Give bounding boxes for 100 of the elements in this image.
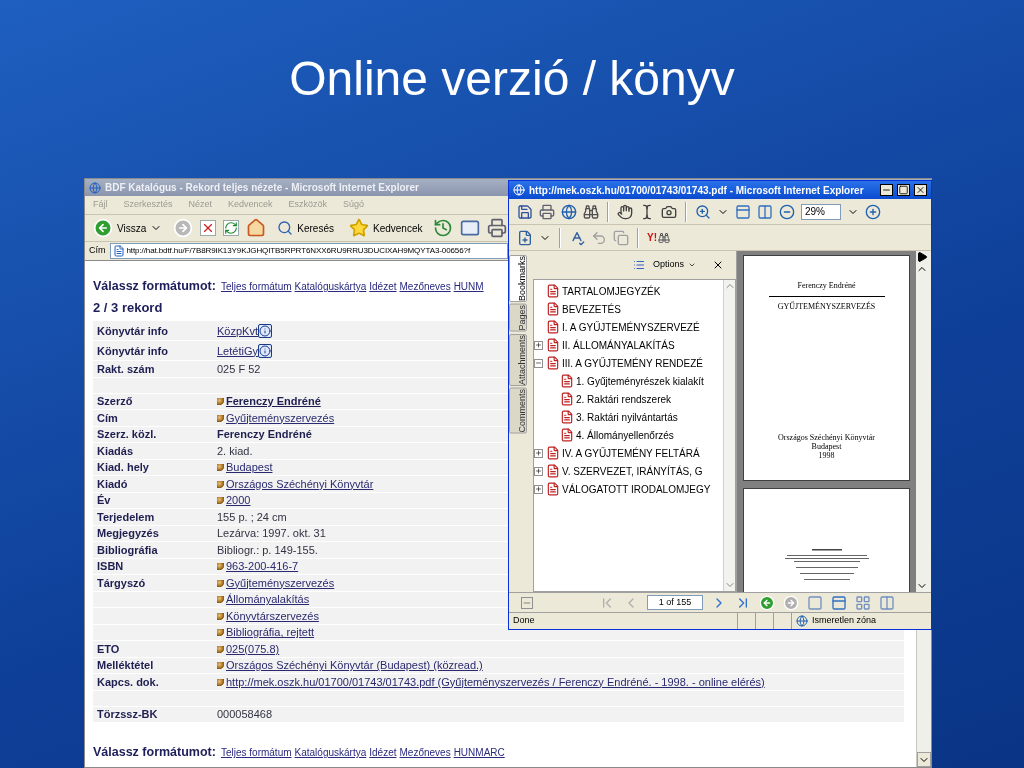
fit-page-icon[interactable] [735, 203, 751, 220]
info-icon[interactable] [257, 343, 272, 358]
page-imprint: Budapest [811, 442, 842, 451]
binoculars-icon[interactable] [583, 203, 599, 220]
bookmark-item[interactable]: I. A GYŰJTEMÉNYSZERVEZÉ [562, 319, 700, 335]
address-label: Cím [89, 244, 106, 258]
field-link[interactable]: KözpKvt [217, 322, 258, 339]
bookmark-item[interactable]: II. ÁLLOMÁNYALAKÍTÁS [562, 337, 675, 353]
expander-icon[interactable] [534, 466, 543, 476]
bookmark-item[interactable]: TARTALOMJEGYZÉK [562, 283, 661, 299]
printer-icon[interactable] [487, 218, 508, 238]
scroll-down-button[interactable] [917, 752, 931, 767]
copy-icon[interactable] [613, 229, 629, 246]
slide-title: Online verzió / könyv [289, 51, 735, 107]
undo-icon[interactable] [591, 229, 607, 246]
search-button[interactable]: Keresés [273, 220, 338, 236]
field-label: Könyvtár info [97, 344, 168, 357]
format-link[interactable]: Teljes formátum [220, 745, 292, 761]
pdf-bookmark-icon [546, 356, 560, 370]
fit-width-icon[interactable] [757, 203, 773, 220]
play-icon[interactable] [916, 251, 928, 263]
options-icon[interactable] [632, 259, 645, 271]
back-button[interactable]: Vissza [89, 218, 167, 238]
search-icon [277, 220, 294, 236]
zoom-field[interactable]: 29% [801, 203, 841, 220]
maximize-icon[interactable] [897, 184, 910, 196]
expander-icon[interactable] [534, 358, 543, 368]
pdf-bookmark-icon [546, 284, 560, 298]
printer-icon[interactable] [539, 203, 555, 220]
zoom-in-icon[interactable] [695, 203, 711, 220]
address-field[interactable]: http://hat.bdtf.hu/F/7B8R9IK13Y9KJGHQITB5RPRT6NXX6RU9RRU3DUCIXAH9MQYTA3-00656?f [109, 243, 508, 259]
format-link[interactable]: Katalóguskártya [294, 745, 367, 761]
field-link[interactable]: Állományalakítás [217, 591, 310, 608]
globe-icon[interactable] [561, 203, 577, 220]
field-label: Kiad. hely [97, 461, 149, 474]
status-text: Done [512, 614, 536, 628]
info-icon[interactable] [257, 323, 272, 338]
field-label: Év [97, 494, 111, 507]
page-author: Ferenczy Endréné [797, 280, 856, 292]
minimize-icon[interactable] [880, 184, 893, 196]
side-tab[interactable]: Attachments [509, 333, 527, 386]
spellcheck-icon[interactable] [569, 229, 585, 246]
bookmark-item[interactable]: 4. Állományellenőrzés [576, 427, 674, 443]
bookmark-item[interactable]: VÁLOGATOTT IRODALOMJEGY [562, 481, 711, 497]
zone-text: Ismeretlen zóna [812, 614, 877, 628]
refresh-icon[interactable] [223, 220, 240, 236]
hand-icon[interactable] [617, 203, 633, 220]
field-value: 025 F 52 [217, 361, 261, 377]
new-page-icon[interactable] [517, 229, 533, 246]
yahoo-button[interactable]: Y! [647, 230, 670, 245]
pdf-bookmark-icon [560, 392, 574, 406]
expander-icon[interactable] [534, 484, 543, 494]
binoculars-icon [658, 231, 670, 244]
bookmark-item[interactable]: BEVEZETÉS [562, 301, 621, 317]
scrollbar[interactable] [916, 251, 931, 592]
format-link[interactable]: Idézet [369, 745, 397, 761]
close-icon[interactable] [712, 259, 724, 271]
close-icon[interactable] [914, 184, 927, 196]
history-icon[interactable] [433, 218, 454, 238]
save-icon[interactable] [517, 203, 533, 220]
bookmark-item[interactable]: III. A GYŰJTEMÉNY RENDEZÉ [562, 355, 703, 371]
facing-pages-icon[interactable] [855, 594, 871, 611]
field-value: 000058468 [217, 707, 273, 723]
format-link[interactable]: Teljes formátum [220, 279, 292, 294]
bookmark-item[interactable]: 3. Raktári nyilvántartás [576, 409, 678, 425]
format-link[interactable]: HUNMARC [453, 745, 505, 761]
side-tab[interactable]: Pages [509, 304, 527, 332]
options-button[interactable]: Options [652, 258, 696, 272]
favorites-button[interactable]: Kedvencek [344, 218, 427, 238]
field-value: 155 p. ; 24 cm [217, 509, 287, 525]
camera-icon[interactable] [661, 203, 677, 220]
format-link[interactable]: Mezőneves [399, 279, 451, 294]
expander-icon[interactable] [534, 448, 543, 458]
zoom-in-icon[interactable] [865, 203, 881, 220]
bookmark-item[interactable]: IV. A GYŰJTEMÉNY FELTÁRÁ [562, 445, 700, 461]
side-tab[interactable]: Comments [509, 387, 527, 434]
format-link[interactable]: Mezőneves [399, 745, 451, 761]
continuous-facing-icon[interactable] [879, 594, 895, 611]
format-label: Válassz formátumot: [93, 278, 216, 295]
home-icon[interactable] [246, 218, 267, 238]
format-link[interactable]: Katalóguskártya [294, 279, 367, 294]
zoom-out-icon[interactable] [779, 203, 795, 220]
field-value: Lezárva: 1997. okt. 31 [217, 526, 326, 542]
single-page-icon[interactable] [807, 594, 823, 611]
expander-icon[interactable] [534, 340, 543, 350]
continuous-page-icon[interactable] [831, 594, 847, 611]
field-value: Ferenczy Endréné [217, 427, 312, 443]
field-label: Kiadás [97, 444, 134, 457]
page-number-field[interactable]: 1 of 155 [647, 595, 703, 610]
star-icon [348, 218, 369, 238]
side-tab[interactable]: Bookmarks [509, 255, 527, 302]
scrollbar[interactable] [723, 280, 735, 591]
collapse-icon[interactable] [521, 596, 533, 609]
format-link[interactable]: Idézet [369, 279, 397, 294]
format-link[interactable]: HUNM [453, 279, 484, 294]
field-link[interactable]: LetétiGy [217, 342, 258, 359]
bookmark-item[interactable]: 2. Raktári rendszerek [576, 391, 672, 407]
stop-icon[interactable] [200, 220, 217, 236]
bookmark-item[interactable]: 1. Gyűjteményrészek kialakít [576, 373, 704, 389]
bookmark-item[interactable]: V. SZERVEZET, IRÁNYÍTÁS, G [562, 463, 703, 479]
